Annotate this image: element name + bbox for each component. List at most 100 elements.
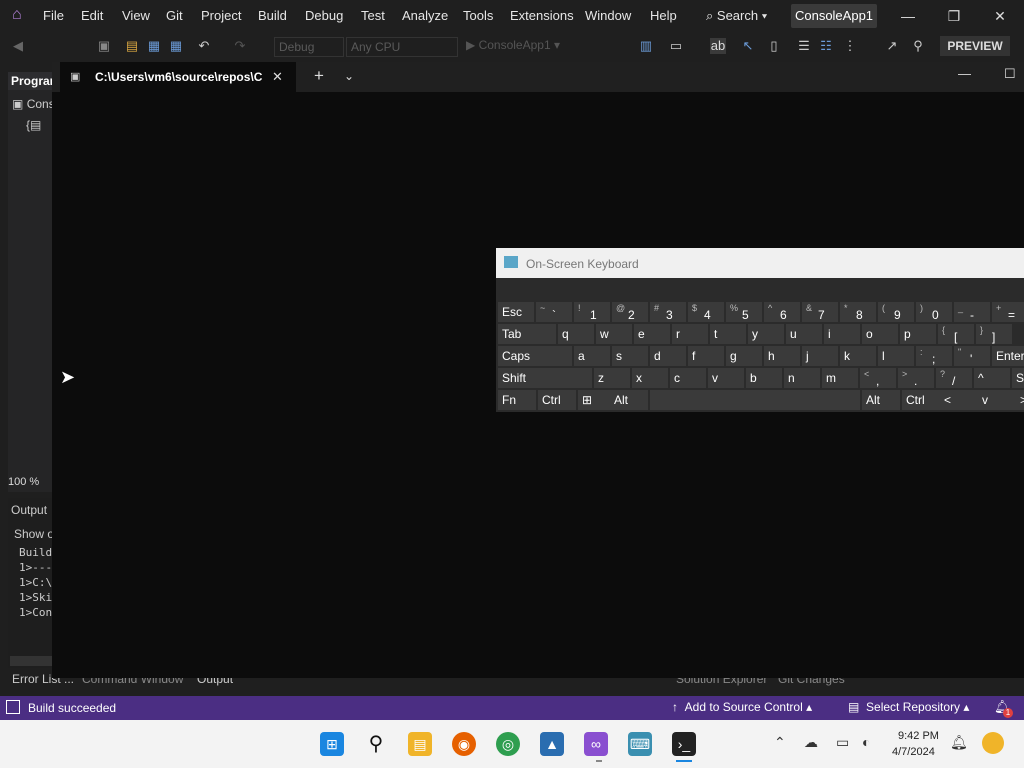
back-icon[interactable]: ◀	[10, 38, 26, 54]
pointer-icon[interactable]: ↖	[740, 38, 756, 54]
close-tab-icon[interactable]: ✕	[272, 69, 283, 85]
key-f[interactable]: f	[688, 346, 724, 366]
key-tab[interactable]: Tab	[498, 324, 556, 344]
key-^[interactable]: ^	[974, 368, 1010, 388]
menu-test[interactable]: Test	[361, 8, 385, 23]
key-shift[interactable]: Shift	[498, 368, 592, 388]
menu-git[interactable]: Git	[166, 8, 183, 23]
vs-logo-icon[interactable]: ⌂	[12, 6, 32, 26]
key-l[interactable]: l	[878, 346, 914, 366]
terminal-icon[interactable]: ›_	[672, 732, 696, 756]
vs-search-button[interactable]: ⌕ Search ▾	[706, 8, 767, 24]
key-y[interactable]: y	[748, 324, 784, 344]
key-n[interactable]: n	[784, 368, 820, 388]
key-h[interactable]: h	[764, 346, 800, 366]
key-ctrl[interactable]: Ctrl	[538, 390, 576, 410]
layout-icon[interactable]: ▭	[668, 38, 684, 54]
key-3-10[interactable]: ? /	[936, 368, 972, 388]
add-to-source-control-button[interactable]: ↑ Add to Source Control ▴	[672, 700, 812, 714]
start-debug-button[interactable]: ▶ ConsoleApp1 ▾	[466, 38, 560, 52]
visual-studio-icon[interactable]: ∞	[584, 732, 608, 756]
new-project-icon[interactable]: ▣	[96, 38, 112, 54]
key-v[interactable]: v	[978, 390, 1016, 410]
new-tab-icon[interactable]: +	[314, 66, 324, 86]
minimize-icon[interactable]: —	[898, 6, 918, 26]
key-a[interactable]: a	[574, 346, 610, 366]
key-j[interactable]: j	[802, 346, 838, 366]
bookmark-icon[interactable]: ▯	[766, 38, 782, 54]
menu-edit[interactable]: Edit	[81, 8, 103, 23]
key-1-11[interactable]: {[	[938, 324, 974, 344]
menu-window[interactable]: Window	[585, 8, 631, 23]
key-0-4[interactable]: #3	[650, 302, 686, 322]
key-3-9[interactable]: >.	[898, 368, 934, 388]
key-alt[interactable]: Alt	[862, 390, 900, 410]
feedback-icon[interactable]: ⚲	[910, 38, 926, 54]
key-1-12[interactable]: }]	[976, 324, 1012, 344]
key-u[interactable]: u	[786, 324, 822, 344]
menu-help[interactable]: Help	[650, 8, 677, 23]
chrome-icon[interactable]: ◎	[496, 732, 520, 756]
clock-time[interactable]: 9:42 PM	[898, 730, 939, 742]
key-2-10[interactable]: :;	[916, 346, 952, 366]
key-0-11[interactable]: ) 0	[916, 302, 952, 322]
start-icon[interactable]: ⊞	[320, 732, 344, 756]
key-0-13[interactable]: + =	[992, 302, 1024, 322]
menu-analyze[interactable]: Analyze	[402, 8, 448, 23]
key-space[interactable]	[650, 390, 860, 410]
key-sh[interactable]: Sh	[1012, 368, 1024, 388]
key-3-8[interactable]: <,	[860, 368, 896, 388]
key-e[interactable]: e	[634, 324, 670, 344]
share-icon[interactable]: ↗	[884, 38, 900, 54]
onedrive-icon[interactable]: ☁	[804, 734, 818, 751]
key-0-7[interactable]: ^ 6	[764, 302, 800, 322]
key-0-5[interactable]: $4	[688, 302, 724, 322]
menu-project[interactable]: Project	[201, 8, 241, 23]
key-t[interactable]: t	[710, 324, 746, 344]
key-r[interactable]: r	[672, 324, 708, 344]
key-w[interactable]: w	[596, 324, 632, 344]
network-icon[interactable]: ▭	[836, 734, 849, 751]
save-all-icon[interactable]: ▦	[168, 38, 184, 54]
menu-tools[interactable]: Tools	[463, 8, 493, 23]
key-0-3[interactable]: @2	[612, 302, 648, 322]
close-icon[interactable]: ✕	[990, 6, 1010, 26]
photos-icon[interactable]: ▲	[540, 732, 564, 756]
terminal-maximize-icon[interactable]: ☐	[1004, 66, 1016, 82]
key-0-12[interactable]: _ -	[954, 302, 990, 322]
open-folder-icon[interactable]: ▤	[124, 38, 140, 54]
key-z[interactable]: z	[594, 368, 630, 388]
uncomment-icon[interactable]: ☷	[818, 38, 834, 54]
key-enter[interactable]: Enter	[992, 346, 1024, 366]
firefox-icon[interactable]: ◉	[452, 732, 476, 756]
preview-badge[interactable]: PREVIEW	[940, 36, 1010, 56]
save-icon[interactable]: ▦	[146, 38, 162, 54]
key-p[interactable]: p	[900, 324, 936, 344]
menu-extensions[interactable]: Extensions	[510, 8, 574, 23]
key-0-10[interactable]: (9	[878, 302, 914, 322]
key-g[interactable]: g	[726, 346, 762, 366]
menu-build[interactable]: Build	[258, 8, 287, 23]
key-<[interactable]: <	[940, 390, 978, 410]
key-q[interactable]: q	[558, 324, 594, 344]
redo-icon[interactable]: ↷	[232, 38, 248, 54]
key-k[interactable]: k	[840, 346, 876, 366]
browse-icon[interactable]: ▥	[638, 38, 654, 54]
key-2-11[interactable]: " '	[954, 346, 990, 366]
output-scrollbar[interactable]	[10, 656, 52, 666]
key-0-9[interactable]: * 8	[840, 302, 876, 322]
comment-icon[interactable]: ☰	[796, 38, 812, 54]
file-explorer-icon[interactable]: ▤	[408, 732, 432, 756]
key-0-1[interactable]: ~ `	[536, 302, 572, 322]
terminal-minimize-icon[interactable]: —	[958, 66, 971, 81]
configuration-combo[interactable]: Debug	[274, 37, 344, 57]
key-b[interactable]: b	[746, 368, 782, 388]
key-fn[interactable]: Fn	[498, 390, 536, 410]
key-alt[interactable]: Alt	[610, 390, 648, 410]
key-esc[interactable]: Esc	[498, 302, 534, 322]
key-m[interactable]: m	[822, 368, 858, 388]
zoom-level[interactable]: 100 %	[8, 476, 48, 492]
spellcheck-icon[interactable]: ab	[710, 38, 726, 54]
key-o[interactable]: o	[862, 324, 898, 344]
key-i[interactable]: i	[824, 324, 860, 344]
